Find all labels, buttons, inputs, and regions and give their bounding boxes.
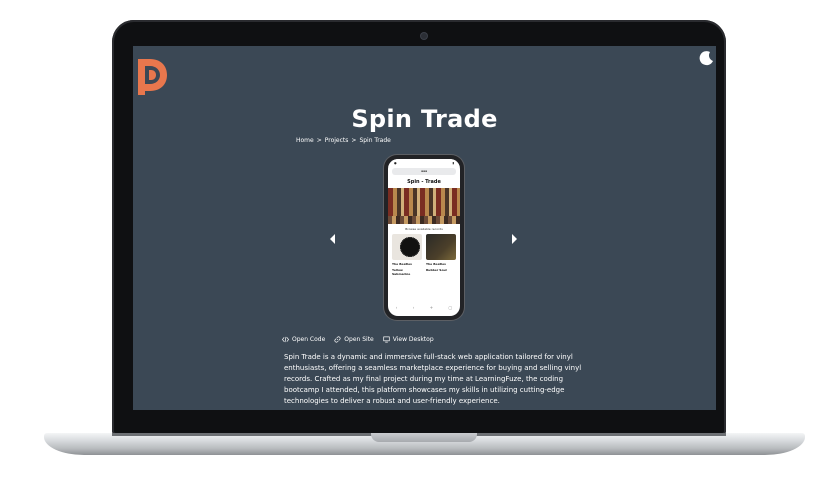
breadcrumb-separator: > [316, 137, 322, 144]
phone-hero-image [388, 188, 460, 216]
chevron-right-icon[interactable] [510, 234, 518, 244]
phone-status-bar: ● ▮ [388, 159, 460, 167]
phone-browser-toolbar: ‹ › + ▢ [395, 304, 453, 310]
phone-screenshot: ● ▮ ▪▪▪ Spin - Trade Browse available rec… [388, 159, 460, 316]
project-links: Open Code Open Site View Desktop [282, 336, 434, 343]
laptop-screen: Spin Trade Home > Projects > Spin Trade ● ▮ ▪… [133, 46, 716, 410]
breadcrumb-separator: > [351, 137, 357, 144]
code-icon [282, 336, 289, 343]
phone-app-title: Spin - Trade [407, 179, 441, 185]
open-code-label: Open Code [292, 336, 326, 343]
phone-record-card: The Beatles Rubber Soul [426, 234, 456, 276]
dp-logo-icon[interactable] [135, 56, 171, 96]
record-artist: The Beatles [392, 262, 412, 266]
record-album: Rubber Soul [426, 268, 447, 272]
open-code-link[interactable]: Open Code [282, 336, 325, 343]
view-desktop-link[interactable]: View Desktop [383, 336, 434, 343]
phone-url-bar: ▪▪▪ [392, 168, 456, 175]
view-desktop-label: View Desktop [392, 336, 434, 343]
phone-app-header: Spin - Trade [388, 176, 460, 188]
phone-hero-image-strip [388, 216, 460, 224]
breadcrumb-current: Spin Trade [359, 137, 391, 144]
chevron-left-icon[interactable] [329, 234, 337, 244]
laptop-opening-notch [371, 433, 477, 442]
phone-mockup: ● ▮ ▪▪▪ Spin - Trade Browse available rec… [384, 155, 464, 320]
phone-record-list: The Beatles Yellow Submarine The Beatles… [388, 231, 460, 276]
record-cover-image [426, 234, 456, 260]
open-site-label: Open Site [344, 336, 374, 343]
phone-record-card: The Beatles Yellow Submarine [392, 234, 422, 276]
webcam [421, 33, 427, 39]
record-cover-image [392, 234, 422, 260]
breadcrumb: Home > Projects > Spin Trade [296, 137, 394, 144]
project-description: Spin Trade is a dynamic and immersive fu… [284, 353, 582, 405]
record-album: Yellow Submarine [392, 268, 411, 276]
moon-icon[interactable] [699, 50, 715, 66]
page-title: Spin Trade [351, 105, 498, 133]
breadcrumb-projects[interactable]: Projects [325, 137, 349, 144]
breadcrumb-home[interactable]: Home [296, 137, 314, 144]
record-artist: The Beatles [426, 262, 446, 266]
open-site-link[interactable]: Open Site [334, 336, 374, 343]
monitor-icon [383, 336, 390, 343]
link-icon [334, 336, 341, 343]
